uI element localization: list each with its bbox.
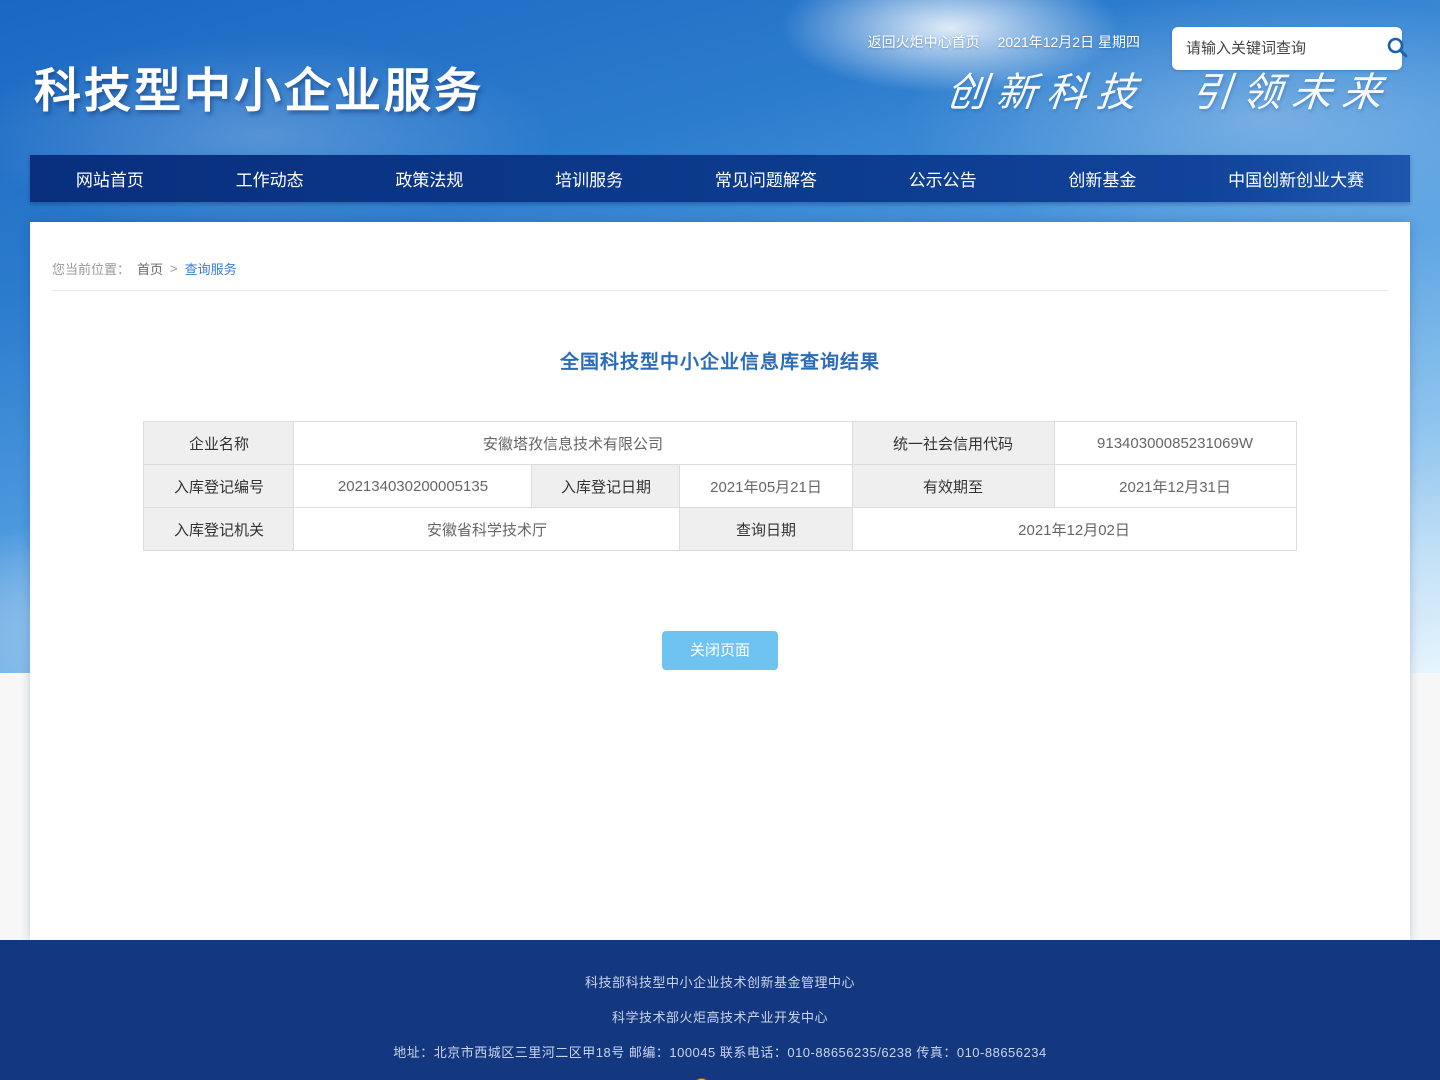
content-panel: 您当前位置： 首页 > 查询服务 全国科技型中小企业信息库查询结果 企业名称 安… (30, 222, 1410, 940)
close-page-button[interactable]: 关闭页面 (662, 631, 778, 670)
header-utility: 返回火炬中心首页 2021年12月2日 星期四 (0, 27, 1440, 87)
nav-item-work-news[interactable]: 工作动态 (226, 166, 314, 191)
footer-org-line-1: 科技部科技型中小企业技术创新基金管理中心 (0, 972, 1440, 991)
site-footer: 科技部科技型中小企业技术创新基金管理中心 科学技术部火炬高技术产业开发中心 地址… (0, 940, 1440, 1080)
credit-code-label: 统一社会信用代码 (852, 422, 1054, 465)
torch-center-home-link[interactable]: 返回火炬中心首页 (868, 32, 980, 52)
nav-item-announcements[interactable]: 公示公告 (899, 166, 987, 191)
search-input[interactable] (1186, 40, 1385, 57)
valid-until-label: 有效期至 (852, 465, 1054, 508)
table-row: 入库登记机关 安徽省科学技术厅 查询日期 2021年12月02日 (144, 508, 1296, 551)
nav-item-competition[interactable]: 中国创新创业大赛 (1218, 166, 1374, 191)
main-navigation: 网站首页 工作动态 政策法规 培训服务 常见问题解答 公示公告 创新基金 中国创… (30, 155, 1410, 202)
breadcrumb-prefix: 您当前位置： (52, 259, 130, 278)
breadcrumb-divider (52, 290, 1388, 291)
nav-item-innovation-fund[interactable]: 创新基金 (1058, 166, 1146, 191)
reg-authority-value: 安徽省科学技术厅 (294, 508, 680, 551)
search-button[interactable] (1385, 35, 1409, 62)
query-date-value: 2021年12月02日 (852, 508, 1296, 551)
nav-item-training[interactable]: 培训服务 (545, 166, 633, 191)
search-icon (1385, 35, 1409, 62)
reg-date-value: 2021年05月21日 (680, 465, 852, 508)
breadcrumb-current-link[interactable]: 查询服务 (185, 259, 237, 278)
credit-code-value: 91340300085231069W (1054, 422, 1296, 465)
query-date-label: 查询日期 (680, 508, 852, 551)
nav-item-faq[interactable]: 常见问题解答 (705, 166, 827, 191)
nav-item-policies[interactable]: 政策法规 (385, 166, 473, 191)
footer-contact-line: 地址：北京市西城区三里河二区甲18号 邮编：100045 联系电话：010-88… (0, 1042, 1440, 1061)
reg-date-label: 入库登记日期 (532, 465, 680, 508)
table-row: 企业名称 安徽塔孜信息技术有限公司 统一社会信用代码 9134030008523… (144, 422, 1296, 465)
reg-authority-label: 入库登记机关 (144, 508, 294, 551)
company-name-value: 安徽塔孜信息技术有限公司 (294, 422, 852, 465)
breadcrumb: 您当前位置： 首页 > 查询服务 (30, 222, 1410, 278)
close-button-row: 关闭页面 (30, 631, 1410, 670)
footer-org-line-2: 科学技术部火炬高技术产业开发中心 (0, 1007, 1440, 1026)
search-box (1172, 27, 1402, 70)
table-row: 入库登记编号 202134030200005135 入库登记日期 2021年05… (144, 465, 1296, 508)
page-title: 全国科技型中小企业信息库查询结果 (30, 347, 1410, 374)
reg-number-value: 202134030200005135 (294, 465, 532, 508)
current-date: 2021年12月2日 星期四 (998, 32, 1140, 52)
site-header: 科技型中小企业服务 创新科技 引领未来 返回火炬中心首页 2021年12月2日 … (0, 0, 1440, 155)
valid-until-value: 2021年12月31日 (1054, 465, 1296, 508)
reg-number-label: 入库登记编号 (144, 465, 294, 508)
company-name-label: 企业名称 (144, 422, 294, 465)
nav-item-home[interactable]: 网站首页 (66, 166, 154, 191)
query-result-table: 企业名称 安徽塔孜信息技术有限公司 统一社会信用代码 9134030008523… (143, 421, 1296, 551)
breadcrumb-separator: > (170, 261, 178, 276)
breadcrumb-home-link[interactable]: 首页 (137, 259, 163, 278)
